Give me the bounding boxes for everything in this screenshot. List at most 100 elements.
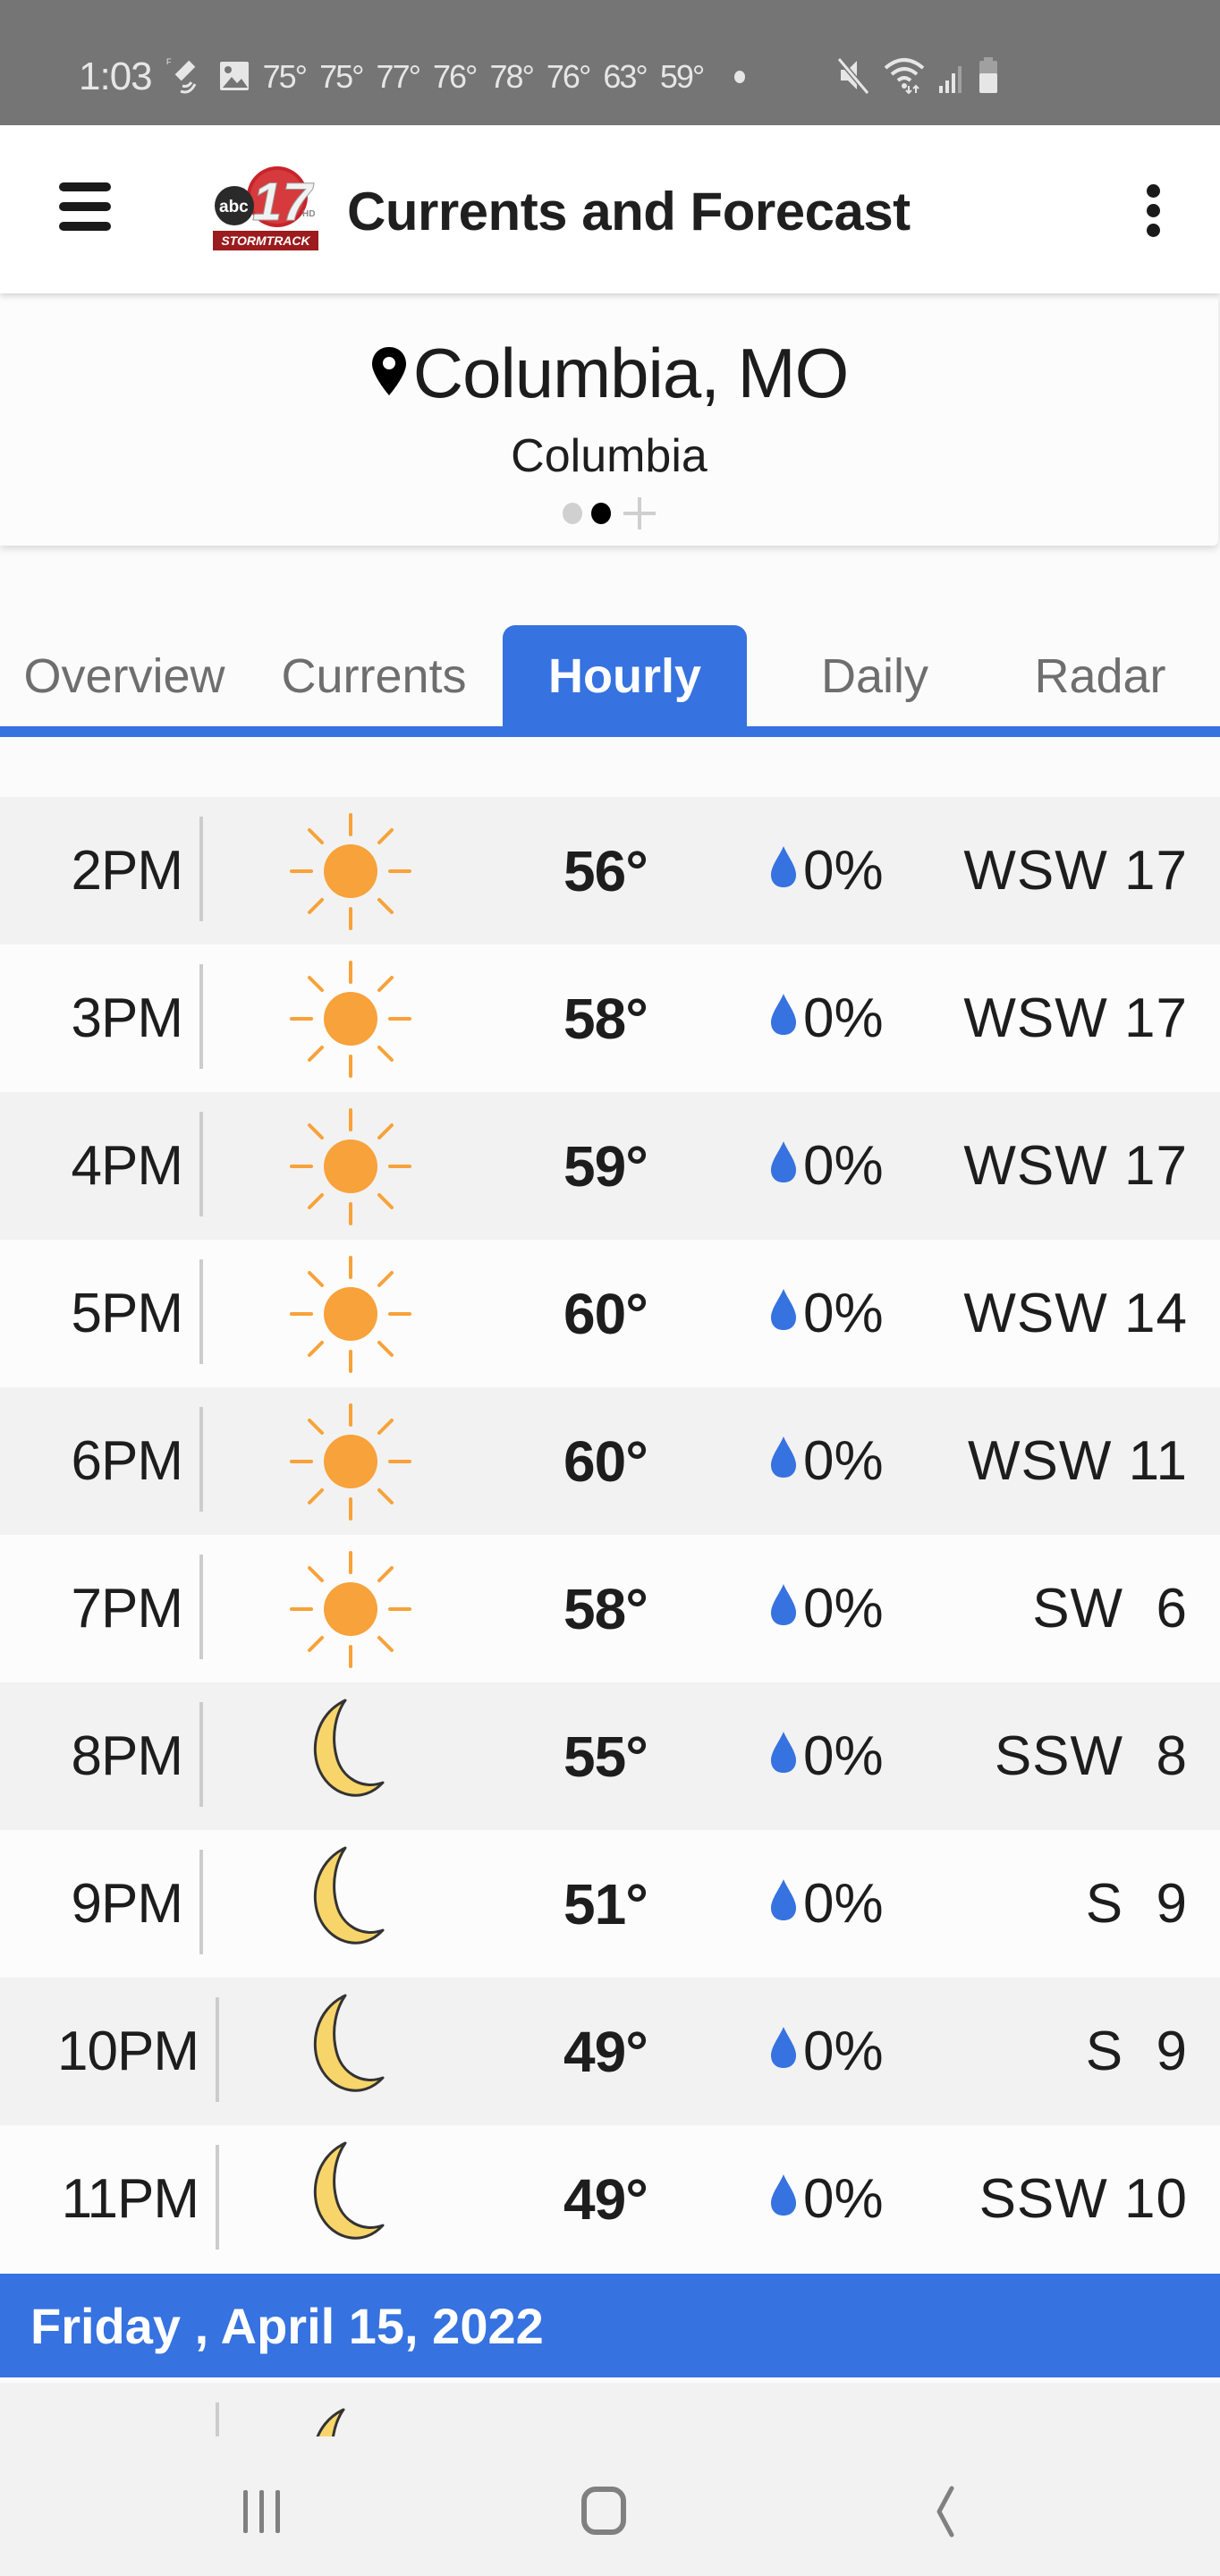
hour-wind: WSW 11 [968, 1430, 1188, 1492]
tab-bar: Overview Currents Hourly Daily Radar [0, 625, 1220, 737]
hour-row[interactable]: 2PM 56° 0% WSW 17 [0, 797, 1220, 945]
row-divider [216, 2402, 219, 2436]
notification-temp: 63° [603, 58, 648, 95]
location-pager [0, 497, 1218, 530]
hour-row[interactable]: 6PM 60° 0% WSW 11 [0, 1387, 1220, 1535]
tab-hourly[interactable]: Hourly [503, 625, 747, 726]
status-time: 1:03 [79, 55, 153, 98]
tab-overview[interactable]: Overview [7, 625, 241, 726]
precip-chance: 0% [803, 1283, 884, 1344]
raindrop-icon [769, 1429, 803, 1493]
tab-radar[interactable]: Radar [1002, 625, 1199, 726]
notification-temp: 76° [546, 58, 591, 95]
hour-time: 9PM [71, 1873, 183, 1935]
status-right [835, 54, 1000, 100]
abc17-stormtrack-logo: abc 17 HD STORMTRACK [213, 165, 318, 254]
hour-temperature: 51° [563, 1871, 648, 1936]
app-bar: abc 17 HD STORMTRACK Currents and Foreca… [0, 125, 1220, 293]
hour-row[interactable]: 7PM 58° 0% SW 6 [0, 1535, 1220, 1682]
sun-icon [288, 959, 413, 1080]
date-header-text: Friday , April 15, 2022 [30, 2297, 544, 2354]
hour-row[interactable]: 3PM 58° 0% WSW 17 [0, 945, 1220, 1092]
hour-row[interactable]: 5PM 60° 0% WSW 14 [0, 1240, 1220, 1387]
hour-precip: 0% [769, 1240, 884, 1387]
notification-temps: 75° 75° 77° 76° 78° 76° 63° 59° [263, 58, 717, 96]
location-title-row: Columbia, MO [0, 333, 1218, 414]
mute-icon [835, 55, 871, 99]
notification-temp: 59° [659, 58, 705, 95]
hour-temperature: 58° [563, 986, 648, 1051]
more-dot-icon [734, 71, 746, 83]
precip-chance: 0% [803, 1135, 884, 1197]
sun-icon [288, 1106, 413, 1227]
hour-time: 6PM [71, 1430, 183, 1492]
hour-time: 8PM [71, 1725, 183, 1787]
satellite-f-icon: F [166, 55, 206, 99]
notification-temp: 78° [489, 58, 534, 95]
precip-chance: 0% [803, 840, 884, 902]
hour-time: 7PM [71, 1578, 183, 1640]
hour-precip: 0% [769, 1682, 884, 1830]
precip-chance: 0% [803, 1725, 884, 1787]
date-header: Friday , April 15, 2022 [0, 2274, 1220, 2377]
menu-button[interactable] [54, 177, 113, 236]
pager-dot-active[interactable] [591, 503, 611, 524]
hour-wind: S 9 [1085, 2021, 1188, 2082]
raindrop-icon [769, 839, 803, 902]
hour-temperature: 49° [563, 2166, 648, 2232]
wifi-icon [882, 55, 927, 99]
hour-precip: 0% [769, 1092, 884, 1240]
hourly-forecast-list: 2PM 56° 0% WSW 17 3PM 58° 0% WSW 17 4PM 59° 0% WSW … [0, 797, 1220, 2273]
hour-time: 3PM [71, 987, 183, 1049]
raindrop-icon [769, 1872, 803, 1936]
hour-temperature: 59° [563, 1133, 648, 1199]
hour-precip: 0% [769, 2125, 884, 2273]
hour-time: 10PM [57, 2021, 199, 2082]
location-card[interactable]: Columbia, MO Columbia [0, 295, 1218, 546]
hour-row[interactable]: 10PM 49° 0% S 9 [0, 1978, 1220, 2125]
sun-icon [288, 1402, 413, 1522]
tab-currents[interactable]: Currents [259, 625, 488, 726]
moon-icon [288, 1697, 413, 1818]
back-icon [894, 2486, 993, 2556]
moon-icon [288, 1844, 413, 1965]
raindrop-icon [769, 1282, 803, 1345]
precip-chance: 0% [803, 987, 884, 1049]
hour-row-partial[interactable] [0, 2383, 1220, 2436]
precip-chance: 0% [803, 1873, 884, 1935]
precip-chance: 0% [803, 1430, 884, 1492]
back-button[interactable] [894, 2463, 993, 2553]
hour-temperature: 60° [563, 1281, 648, 1346]
location-subtitle: Columbia [511, 430, 707, 482]
add-location-icon[interactable] [623, 497, 656, 530]
hour-wind: WSW 14 [963, 1283, 1188, 1344]
pager-dot[interactable] [563, 503, 582, 524]
row-divider [199, 1112, 203, 1216]
sun-icon [288, 811, 413, 932]
tab-underline [0, 726, 1220, 737]
hour-row[interactable]: 11PM 49° 0% SSW 10 [0, 2125, 1220, 2273]
hour-precip: 0% [769, 1535, 884, 1682]
raindrop-icon [769, 987, 803, 1050]
sun-icon [288, 1549, 413, 1670]
overflow-menu-button[interactable] [1136, 181, 1172, 240]
row-divider [199, 1850, 203, 1954]
raindrop-icon [769, 1577, 803, 1640]
row-divider [199, 817, 203, 921]
status-left: 1:03 F 75° 75° 77° 76° 78° 76° 63° 59° [79, 50, 746, 104]
svg-text:F: F [166, 57, 172, 66]
recents-button[interactable] [215, 2463, 313, 2553]
hour-precip: 0% [769, 797, 884, 945]
hour-temperature: 49° [563, 2019, 648, 2084]
hour-temperature: 55° [563, 1724, 648, 1789]
home-button[interactable] [555, 2463, 653, 2553]
hour-precip: 0% [769, 1978, 884, 2125]
logo-text: STORMTRACK [221, 233, 310, 248]
hour-precip: 0% [769, 1387, 884, 1535]
hour-row[interactable]: 9PM 51° 0% S 9 [0, 1830, 1220, 1978]
notification-temp: 75° [319, 58, 364, 95]
tab-daily[interactable]: Daily [767, 625, 982, 726]
hour-row[interactable]: 4PM 59° 0% WSW 17 [0, 1092, 1220, 1240]
hour-precip: 0% [769, 1830, 884, 1978]
hour-row[interactable]: 8PM 55° 0% SSW 8 [0, 1682, 1220, 1830]
